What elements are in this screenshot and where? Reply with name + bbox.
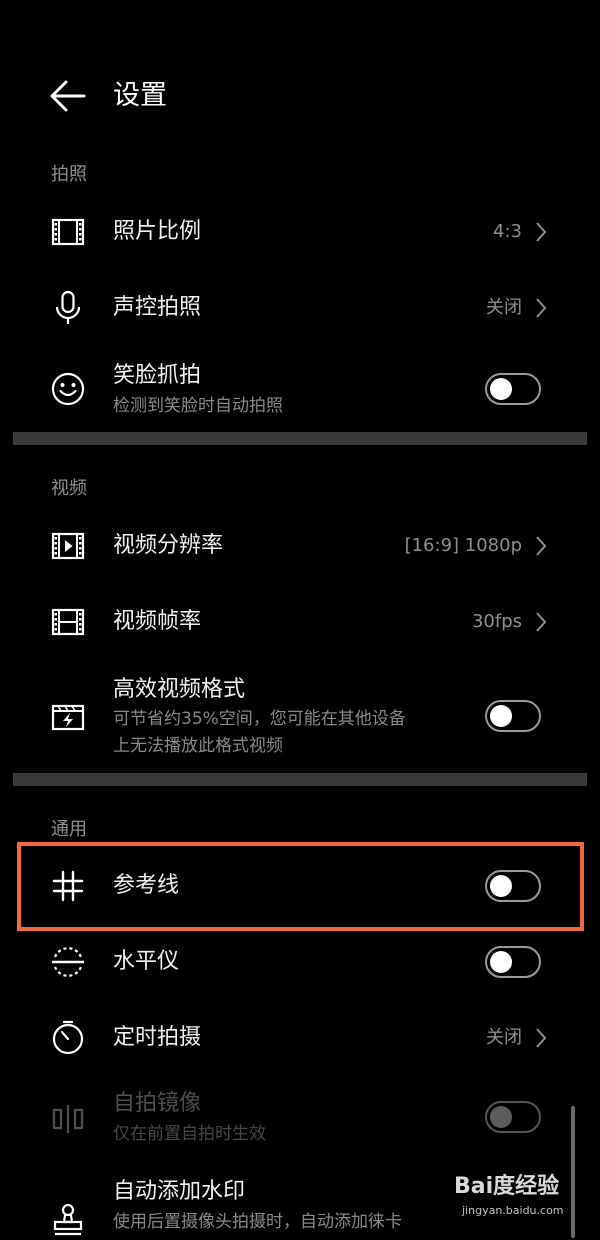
- toggle-switch[interactable]: [485, 700, 541, 732]
- setting-efficient-video[interactable]: 高效视频格式 可节省约35%空间，您可能在其他设备 上无法播放此格式视频: [0, 668, 600, 766]
- chevron-right-icon: [536, 536, 547, 556]
- setting-voice-capture[interactable]: 声控拍照 关闭: [0, 276, 600, 340]
- section-label-video: 视频: [51, 478, 87, 499]
- setting-title: 定时拍摄: [113, 1025, 202, 1050]
- setting-subtitle: 可节省约35%空间，您可能在其他设备: [113, 709, 406, 729]
- setting-subtitle: 使用后置摄像头拍摄时，自动添加徕卡: [113, 1212, 402, 1232]
- setting-selfie-mirror: 自拍镜像 仅在前置自拍时生效: [0, 1086, 600, 1156]
- video-play-icon: [48, 526, 88, 566]
- timer-icon: [48, 1018, 88, 1058]
- setting-subtitle: 上无法播放此格式视频: [113, 736, 283, 756]
- setting-title: 视频分辨率: [113, 533, 224, 558]
- chevron-right-icon: [536, 222, 547, 242]
- film-frame-icon: [48, 212, 88, 252]
- watermark-logo-text: Bai度经验: [454, 1174, 560, 1199]
- toggle-knob: [490, 378, 512, 400]
- highlight-box: [17, 842, 584, 931]
- lightning-clapper-icon: [48, 697, 88, 737]
- setting-photo-aspect[interactable]: 照片比例 4:3: [0, 200, 600, 264]
- setting-title: 自拍镜像: [113, 1091, 202, 1116]
- baidu-watermark: Bai度经验 jingyan.baidu.com: [454, 1170, 594, 1230]
- toggle-switch: [485, 1101, 541, 1133]
- setting-title: 水平仪: [113, 949, 180, 974]
- chevron-right-icon: [536, 298, 547, 318]
- page-title: 设置: [113, 80, 167, 111]
- level-icon: [48, 942, 88, 982]
- toggle-switch[interactable]: [485, 373, 541, 405]
- toggle-switch[interactable]: [485, 946, 541, 978]
- setting-video-framerate[interactable]: 视频帧率 30fps: [0, 590, 600, 654]
- setting-title: 视频帧率: [113, 609, 202, 634]
- setting-value: 4:3: [493, 221, 522, 242]
- setting-value: 关闭: [486, 1027, 522, 1048]
- setting-title: 照片比例: [113, 219, 202, 244]
- section-divider: [13, 432, 587, 445]
- watermark-url: jingyan.baidu.com: [462, 1204, 564, 1217]
- setting-level[interactable]: 水平仪: [0, 930, 600, 994]
- smile-icon: [48, 369, 88, 409]
- chevron-right-icon: [536, 612, 547, 632]
- setting-smile-capture[interactable]: 笑脸抓拍 检测到笑脸时自动拍照: [0, 356, 600, 426]
- microphone-icon: [48, 288, 88, 328]
- arrow-left-icon: [50, 80, 86, 112]
- section-label-general: 通用: [51, 819, 87, 840]
- mirror-icon: [48, 1099, 88, 1139]
- film-strip-icon: [48, 602, 88, 642]
- header: 设置: [0, 62, 600, 128]
- section-label-photo: 拍照: [51, 164, 87, 185]
- section-divider: [13, 773, 587, 786]
- setting-timer[interactable]: 定时拍摄 关闭: [0, 1006, 600, 1070]
- chevron-right-icon: [536, 1028, 547, 1048]
- toggle-knob: [490, 1106, 512, 1128]
- back-button[interactable]: [48, 76, 88, 116]
- setting-title: 声控拍照: [113, 295, 202, 320]
- setting-value: 30fps: [471, 611, 522, 632]
- setting-title: 自动添加水印: [113, 1179, 246, 1204]
- toggle-knob: [490, 705, 512, 727]
- setting-value: [16:9] 1080p: [404, 535, 522, 556]
- setting-video-resolution[interactable]: 视频分辨率 [16:9] 1080p: [0, 514, 600, 578]
- setting-subtitle: 仅在前置自拍时生效: [113, 1124, 266, 1144]
- setting-value: 关闭: [486, 297, 522, 318]
- setting-title: 高效视频格式: [113, 677, 246, 702]
- setting-subtitle: 检测到笑脸时自动拍照: [113, 396, 283, 416]
- toggle-knob: [490, 951, 512, 973]
- setting-title: 笑脸抓拍: [113, 363, 202, 388]
- stamp-icon: [48, 1200, 88, 1240]
